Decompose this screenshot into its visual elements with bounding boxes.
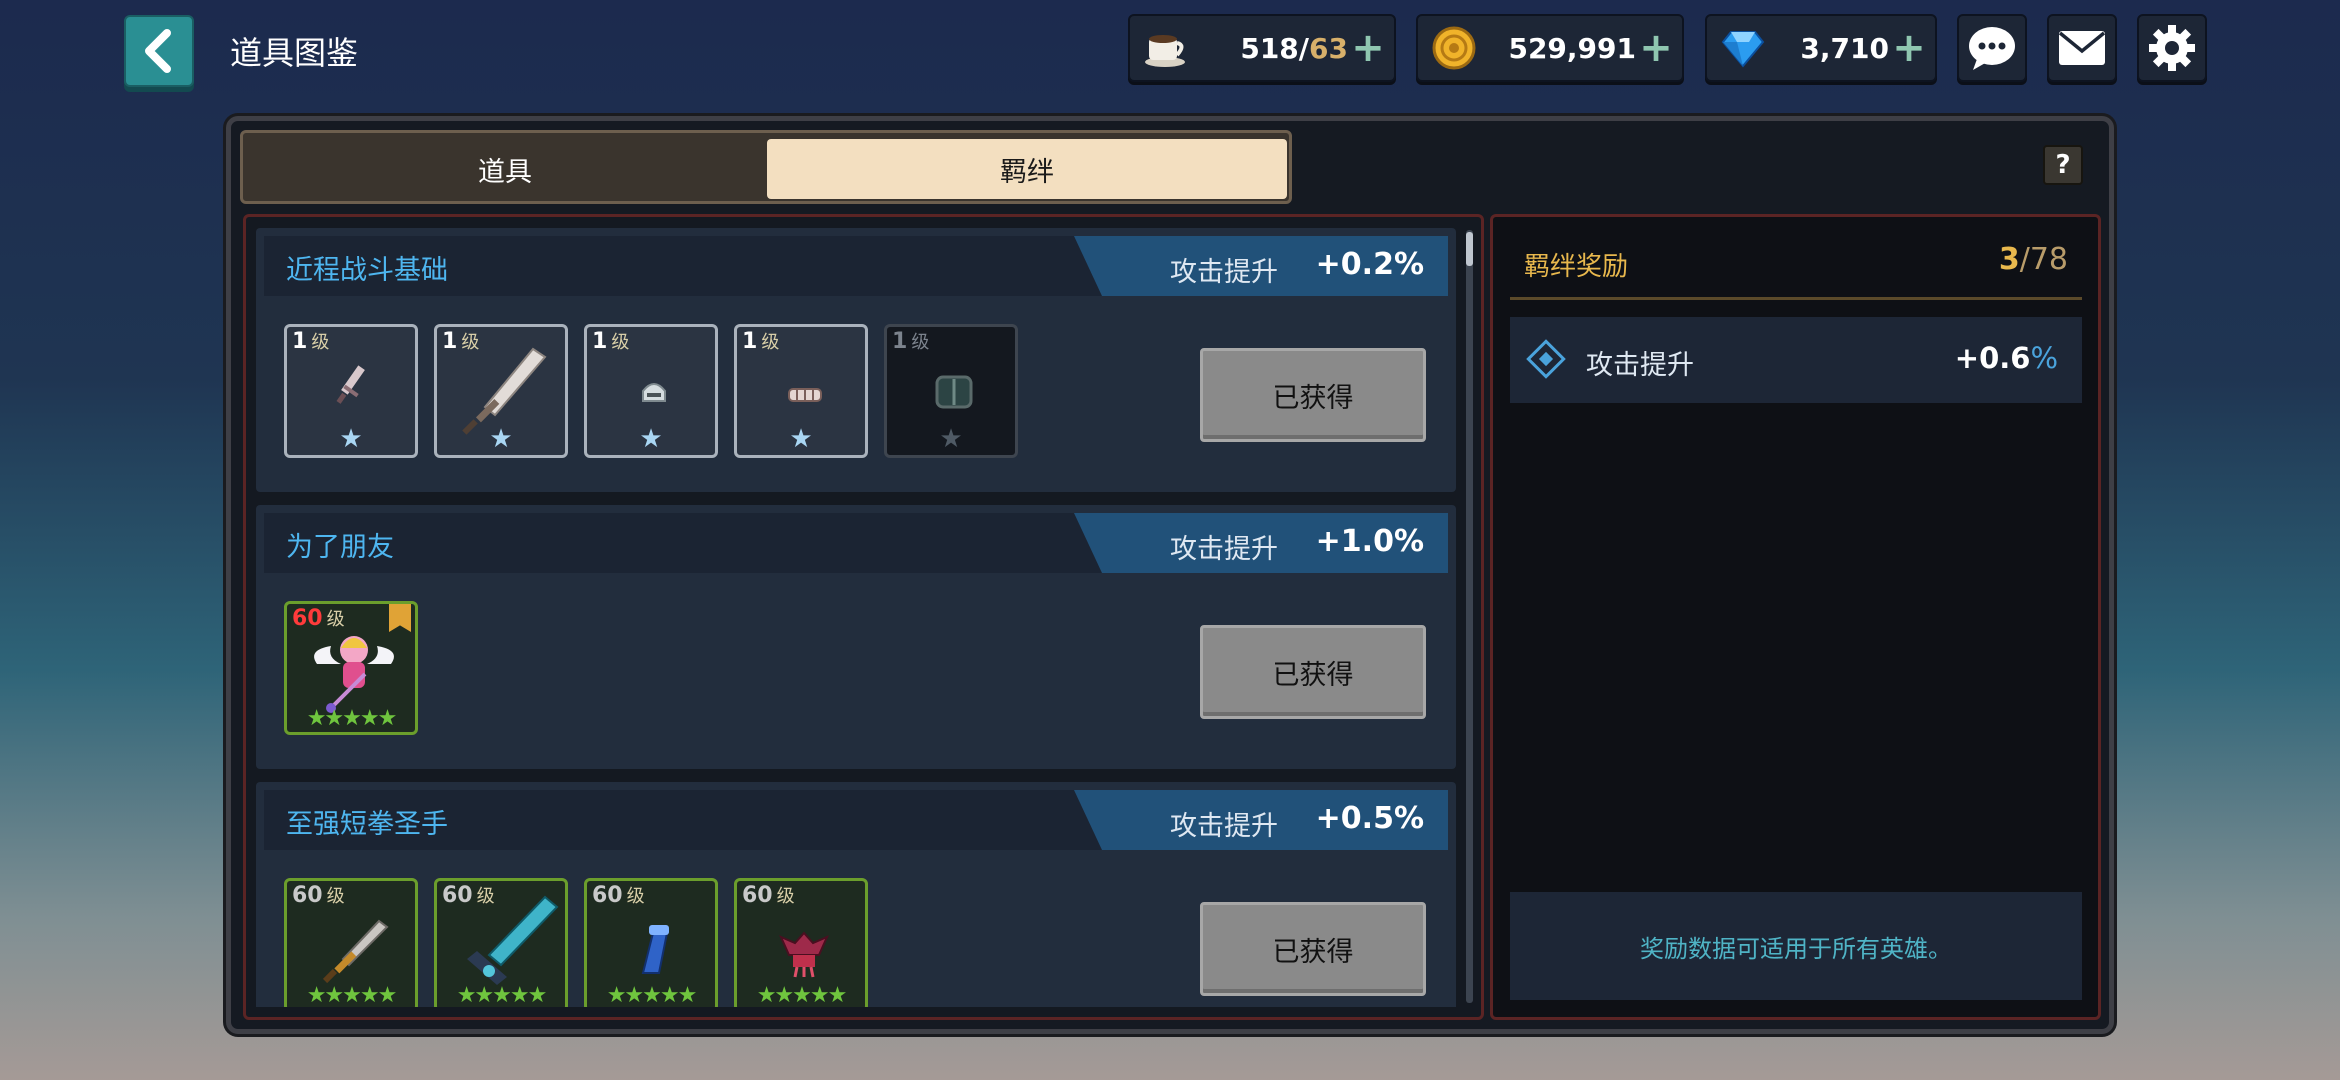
level-unit: 级 (911, 332, 930, 353)
item-slot[interactable]: 60 级 ★★★★★ (434, 878, 568, 1007)
tab-bar: 道具 羁绊 (240, 130, 1292, 204)
star-icon: ★ (489, 424, 513, 454)
add-gold-button[interactable]: + (1636, 28, 1676, 68)
mail-button[interactable] (2047, 14, 2117, 82)
gem-counter: 3,710 + (1705, 14, 1937, 82)
level-unit: 级 (761, 332, 780, 353)
bond-card: 近程战斗基础 攻击提升 +0.2% 1级 ★ 1级 ★ 1级 ★ 1级 ★ 1级… (256, 228, 1456, 492)
bonus-value: +1.0% (1315, 524, 1424, 559)
item-slot[interactable]: 60 级 ★★★★★ (284, 878, 418, 1007)
item-level: 60 (742, 883, 773, 908)
level-unit: 级 (776, 886, 795, 907)
list-scrollbar[interactable] (1466, 230, 1473, 1003)
item-slot[interactable]: 1级 ★ (434, 324, 568, 458)
page-title: 道具图鉴 (230, 34, 359, 72)
bonus-label: 攻击提升 (1170, 811, 1278, 842)
reward-stat-row: 攻击提升 +0.6% (1510, 317, 2082, 403)
item-level: 1 (892, 329, 908, 354)
help-button[interactable]: ? (2043, 145, 2083, 185)
gold-counter: 529,991 + (1416, 14, 1684, 82)
obtained-button[interactable]: 已获得 (1200, 902, 1426, 996)
level-unit: 级 (326, 609, 345, 630)
add-stamina-button[interactable]: + (1348, 28, 1388, 68)
level-unit: 级 (326, 886, 345, 907)
tab-bonds[interactable]: 羁绊 (767, 139, 1287, 199)
bond-card-header: 至强短拳圣手 攻击提升 +0.5% (264, 790, 1448, 850)
stamina-max: 63 (1309, 31, 1348, 65)
bond-card: 为了朋友 攻击提升 +1.0% 60 级 ★★★★★ 已获得 (256, 505, 1456, 769)
gold-value: 529,991 (1508, 31, 1636, 65)
item-slot[interactable]: 1级 ★ (884, 324, 1018, 458)
item-slot[interactable]: 1级 ★ (284, 324, 418, 458)
add-gem-button[interactable]: + (1889, 28, 1929, 68)
item-slot[interactable]: 1级 ★ (584, 324, 718, 458)
reward-count-current: 3 (1998, 242, 2020, 277)
level-unit: 级 (311, 332, 330, 353)
star-rating: ★★★★★ (756, 983, 848, 1007)
settings-button[interactable] (2137, 14, 2207, 82)
hero-level: 60 (292, 606, 323, 631)
item-slot[interactable]: 60 级 ★★★★★ (584, 878, 718, 1007)
chat-bubble-icon (1969, 27, 2015, 70)
bond-card-header: 近程战斗基础 攻击提升 +0.2% (264, 236, 1448, 296)
reward-title: 羁绊奖励 (1524, 252, 1629, 282)
stamina-value: 518/ (1240, 31, 1310, 65)
star-rating: ★★★★★ (306, 983, 398, 1007)
gem-value: 3,710 (1800, 31, 1889, 65)
reward-stat-unit: % (2030, 341, 2058, 375)
diamond-icon (1526, 339, 1566, 379)
reward-stat-value: +0.6 (1954, 341, 2031, 375)
item-slot[interactable]: 1级 ★ (734, 324, 868, 458)
reward-divider (1510, 297, 2082, 300)
star-icon: ★ (789, 424, 813, 454)
item-level: 60 (592, 883, 623, 908)
star-rating: ★★★★★ (306, 706, 398, 731)
chevron-left-icon (145, 29, 171, 73)
level-unit: 级 (461, 332, 480, 353)
level-unit: 级 (611, 332, 630, 353)
bonus-label: 攻击提升 (1170, 534, 1278, 565)
bond-card-header: 为了朋友 攻击提升 +1.0% (264, 513, 1448, 573)
blue-gem-icon (1717, 22, 1769, 74)
scrollbar-thumb[interactable] (1466, 232, 1473, 266)
hero-slot[interactable]: 60 级 ★★★★★ (284, 601, 418, 735)
item-level: 1 (592, 329, 608, 354)
item-slot[interactable]: 60 级 ★★★★★ (734, 878, 868, 1007)
bond-title: 为了朋友 (286, 532, 394, 563)
reward-note: 奖励数据可适用于所有英雄。 (1510, 892, 2082, 1000)
chat-button[interactable] (1957, 14, 2027, 82)
gold-coin-icon (1428, 22, 1480, 74)
envelope-icon (2058, 31, 2106, 65)
bond-card: 至强短拳圣手 攻击提升 +0.5% 60 级 ★★★★★ 60 级 ★★★★★ 60… (256, 782, 1456, 1007)
item-level: 1 (292, 329, 308, 354)
bonus-label: 攻击提升 (1170, 257, 1278, 288)
bond-title: 近程战斗基础 (286, 255, 448, 286)
bonus-value: +0.2% (1315, 247, 1424, 282)
star-rating: ★★★★★ (606, 983, 698, 1007)
tab-items[interactable]: 道具 (249, 139, 761, 199)
star-rating: ★★★★★ (456, 983, 548, 1007)
back-button[interactable] (124, 15, 194, 87)
item-level: 1 (742, 329, 758, 354)
bond-title: 至强短拳圣手 (286, 809, 448, 840)
reward-count-total: /78 (2019, 242, 2068, 277)
coffee-cup-icon (1140, 22, 1192, 74)
star-icon: ★ (939, 424, 963, 454)
level-unit: 级 (626, 886, 645, 907)
obtained-button[interactable]: 已获得 (1200, 348, 1426, 442)
reward-count: 3/78 (1999, 242, 2068, 277)
level-unit: 级 (476, 886, 495, 907)
gear-icon (2149, 25, 2195, 71)
stamina-counter: 518/63 + (1128, 14, 1396, 82)
item-level: 60 (292, 883, 323, 908)
star-icon: ★ (339, 424, 363, 454)
reward-stat-label: 攻击提升 (1586, 350, 1694, 381)
item-level: 60 (442, 883, 473, 908)
star-icon: ★ (639, 424, 663, 454)
item-level: 1 (442, 329, 458, 354)
bonus-value: +0.5% (1315, 801, 1424, 836)
obtained-button[interactable]: 已获得 (1200, 625, 1426, 719)
